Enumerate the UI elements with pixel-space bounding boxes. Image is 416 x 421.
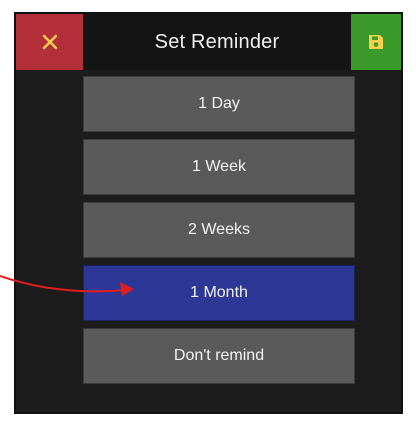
dialog-header: Set Reminder [16,14,401,70]
option-label: 1 Week [192,158,246,175]
option-1-month[interactable]: 1 Month [83,265,355,321]
option-1-day[interactable]: 1 Day [83,76,355,132]
option-label: 1 Month [190,284,248,301]
option-1-week[interactable]: 1 Week [83,139,355,195]
floppy-disk-icon [369,35,383,49]
screenshot-stage: Set Reminder 1 Day 1 Week 2 Weeks 1 Mont… [0,0,416,421]
option-2-weeks[interactable]: 2 Weeks [83,202,355,258]
close-icon [42,34,57,50]
option-label: 1 Day [198,95,240,112]
option-dont-remind[interactable]: Don't remind [83,328,355,384]
dialog-title: Set Reminder [154,31,280,53]
option-label: 2 Weeks [188,221,250,238]
save-button[interactable] [351,14,401,70]
reminder-dialog: Set Reminder 1 Day 1 Week 2 Weeks 1 Mont… [14,12,403,414]
close-button[interactable] [16,14,83,70]
option-label: Don't remind [173,347,265,364]
